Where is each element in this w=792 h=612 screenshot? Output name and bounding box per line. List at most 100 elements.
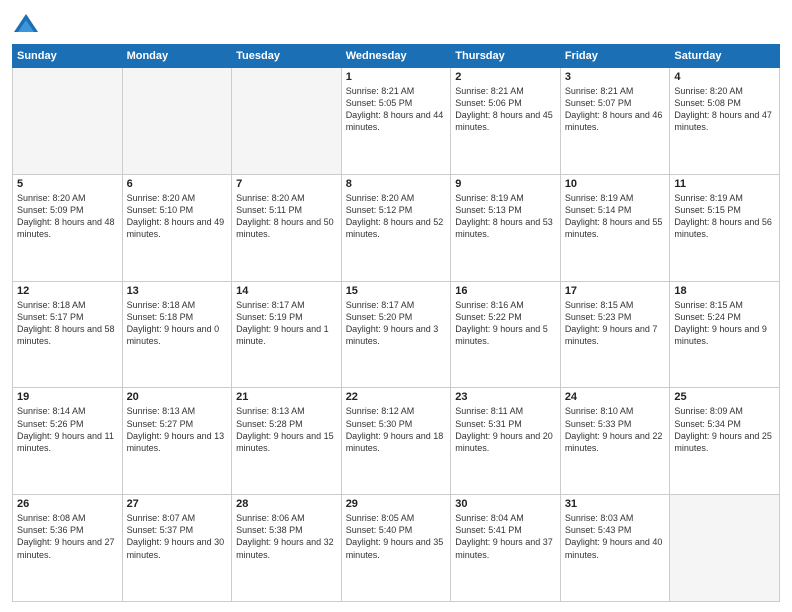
week-row-1: 5 Sunrise: 8:20 AMSunset: 5:09 PMDayligh… [13, 174, 780, 281]
weekday-tuesday: Tuesday [232, 45, 342, 68]
day-number: 18 [674, 285, 775, 297]
cell-info: Sunrise: 8:10 AMSunset: 5:33 PMDaylight:… [565, 406, 663, 452]
calendar-body: 1 Sunrise: 8:21 AMSunset: 5:05 PMDayligh… [13, 68, 780, 602]
day-number: 27 [127, 498, 228, 510]
calendar-cell: 31 Sunrise: 8:03 AMSunset: 5:43 PMDaylig… [560, 495, 670, 602]
calendar-cell: 2 Sunrise: 8:21 AMSunset: 5:06 PMDayligh… [451, 68, 561, 175]
cell-info: Sunrise: 8:20 AMSunset: 5:10 PMDaylight:… [127, 193, 225, 239]
header [12, 10, 780, 38]
calendar-cell: 27 Sunrise: 8:07 AMSunset: 5:37 PMDaylig… [122, 495, 232, 602]
day-number: 21 [236, 391, 337, 403]
day-number: 12 [17, 285, 118, 297]
day-number: 26 [17, 498, 118, 510]
cell-info: Sunrise: 8:12 AMSunset: 5:30 PMDaylight:… [346, 406, 444, 452]
cell-info: Sunrise: 8:20 AMSunset: 5:12 PMDaylight:… [346, 193, 444, 239]
cell-info: Sunrise: 8:20 AMSunset: 5:08 PMDaylight:… [674, 86, 772, 132]
calendar-cell: 29 Sunrise: 8:05 AMSunset: 5:40 PMDaylig… [341, 495, 451, 602]
week-row-3: 19 Sunrise: 8:14 AMSunset: 5:26 PMDaylig… [13, 388, 780, 495]
calendar-cell: 28 Sunrise: 8:06 AMSunset: 5:38 PMDaylig… [232, 495, 342, 602]
day-number: 31 [565, 498, 666, 510]
day-number: 24 [565, 391, 666, 403]
day-number: 3 [565, 71, 666, 83]
day-number: 5 [17, 178, 118, 190]
day-number: 15 [346, 285, 447, 297]
calendar-cell: 13 Sunrise: 8:18 AMSunset: 5:18 PMDaylig… [122, 281, 232, 388]
cell-info: Sunrise: 8:20 AMSunset: 5:11 PMDaylight:… [236, 193, 334, 239]
calendar-cell: 11 Sunrise: 8:19 AMSunset: 5:15 PMDaylig… [670, 174, 780, 281]
calendar-cell: 20 Sunrise: 8:13 AMSunset: 5:27 PMDaylig… [122, 388, 232, 495]
week-row-2: 12 Sunrise: 8:18 AMSunset: 5:17 PMDaylig… [13, 281, 780, 388]
calendar-cell: 24 Sunrise: 8:10 AMSunset: 5:33 PMDaylig… [560, 388, 670, 495]
day-number: 22 [346, 391, 447, 403]
cell-info: Sunrise: 8:19 AMSunset: 5:14 PMDaylight:… [565, 193, 663, 239]
day-number: 1 [346, 71, 447, 83]
weekday-monday: Monday [122, 45, 232, 68]
cell-info: Sunrise: 8:11 AMSunset: 5:31 PMDaylight:… [455, 406, 553, 452]
weekday-wednesday: Wednesday [341, 45, 451, 68]
day-number: 11 [674, 178, 775, 190]
calendar-cell: 5 Sunrise: 8:20 AMSunset: 5:09 PMDayligh… [13, 174, 123, 281]
cell-info: Sunrise: 8:05 AMSunset: 5:40 PMDaylight:… [346, 513, 444, 559]
calendar-cell: 30 Sunrise: 8:04 AMSunset: 5:41 PMDaylig… [451, 495, 561, 602]
cell-info: Sunrise: 8:17 AMSunset: 5:20 PMDaylight:… [346, 300, 439, 346]
calendar-cell: 21 Sunrise: 8:13 AMSunset: 5:28 PMDaylig… [232, 388, 342, 495]
calendar-cell [232, 68, 342, 175]
cell-info: Sunrise: 8:15 AMSunset: 5:23 PMDaylight:… [565, 300, 658, 346]
weekday-header: SundayMondayTuesdayWednesdayThursdayFrid… [13, 45, 780, 68]
calendar-cell: 16 Sunrise: 8:16 AMSunset: 5:22 PMDaylig… [451, 281, 561, 388]
calendar-cell: 19 Sunrise: 8:14 AMSunset: 5:26 PMDaylig… [13, 388, 123, 495]
cell-info: Sunrise: 8:15 AMSunset: 5:24 PMDaylight:… [674, 300, 767, 346]
calendar-cell [670, 495, 780, 602]
day-number: 29 [346, 498, 447, 510]
calendar-cell: 7 Sunrise: 8:20 AMSunset: 5:11 PMDayligh… [232, 174, 342, 281]
cell-info: Sunrise: 8:21 AMSunset: 5:06 PMDaylight:… [455, 86, 553, 132]
day-number: 20 [127, 391, 228, 403]
weekday-sunday: Sunday [13, 45, 123, 68]
day-number: 30 [455, 498, 556, 510]
cell-info: Sunrise: 8:13 AMSunset: 5:27 PMDaylight:… [127, 406, 225, 452]
cell-info: Sunrise: 8:21 AMSunset: 5:05 PMDaylight:… [346, 86, 444, 132]
calendar-cell [122, 68, 232, 175]
cell-info: Sunrise: 8:04 AMSunset: 5:41 PMDaylight:… [455, 513, 553, 559]
calendar-cell: 23 Sunrise: 8:11 AMSunset: 5:31 PMDaylig… [451, 388, 561, 495]
cell-info: Sunrise: 8:08 AMSunset: 5:36 PMDaylight:… [17, 513, 115, 559]
cell-info: Sunrise: 8:18 AMSunset: 5:18 PMDaylight:… [127, 300, 220, 346]
calendar-cell: 22 Sunrise: 8:12 AMSunset: 5:30 PMDaylig… [341, 388, 451, 495]
calendar: SundayMondayTuesdayWednesdayThursdayFrid… [12, 44, 780, 602]
logo [12, 10, 44, 38]
cell-info: Sunrise: 8:03 AMSunset: 5:43 PMDaylight:… [565, 513, 663, 559]
calendar-cell: 17 Sunrise: 8:15 AMSunset: 5:23 PMDaylig… [560, 281, 670, 388]
cell-info: Sunrise: 8:07 AMSunset: 5:37 PMDaylight:… [127, 513, 225, 559]
day-number: 6 [127, 178, 228, 190]
weekday-saturday: Saturday [670, 45, 780, 68]
week-row-4: 26 Sunrise: 8:08 AMSunset: 5:36 PMDaylig… [13, 495, 780, 602]
calendar-cell: 15 Sunrise: 8:17 AMSunset: 5:20 PMDaylig… [341, 281, 451, 388]
calendar-cell: 6 Sunrise: 8:20 AMSunset: 5:10 PMDayligh… [122, 174, 232, 281]
calendar-cell: 10 Sunrise: 8:19 AMSunset: 5:14 PMDaylig… [560, 174, 670, 281]
cell-info: Sunrise: 8:20 AMSunset: 5:09 PMDaylight:… [17, 193, 115, 239]
weekday-friday: Friday [560, 45, 670, 68]
cell-info: Sunrise: 8:19 AMSunset: 5:15 PMDaylight:… [674, 193, 772, 239]
day-number: 13 [127, 285, 228, 297]
calendar-cell: 1 Sunrise: 8:21 AMSunset: 5:05 PMDayligh… [341, 68, 451, 175]
calendar-cell: 26 Sunrise: 8:08 AMSunset: 5:36 PMDaylig… [13, 495, 123, 602]
day-number: 28 [236, 498, 337, 510]
day-number: 16 [455, 285, 556, 297]
day-number: 4 [674, 71, 775, 83]
cell-info: Sunrise: 8:06 AMSunset: 5:38 PMDaylight:… [236, 513, 334, 559]
calendar-cell: 3 Sunrise: 8:21 AMSunset: 5:07 PMDayligh… [560, 68, 670, 175]
page: SundayMondayTuesdayWednesdayThursdayFrid… [0, 0, 792, 612]
day-number: 7 [236, 178, 337, 190]
calendar-cell: 25 Sunrise: 8:09 AMSunset: 5:34 PMDaylig… [670, 388, 780, 495]
cell-info: Sunrise: 8:21 AMSunset: 5:07 PMDaylight:… [565, 86, 663, 132]
cell-info: Sunrise: 8:19 AMSunset: 5:13 PMDaylight:… [455, 193, 553, 239]
cell-info: Sunrise: 8:16 AMSunset: 5:22 PMDaylight:… [455, 300, 548, 346]
cell-info: Sunrise: 8:18 AMSunset: 5:17 PMDaylight:… [17, 300, 115, 346]
day-number: 17 [565, 285, 666, 297]
weekday-thursday: Thursday [451, 45, 561, 68]
day-number: 23 [455, 391, 556, 403]
calendar-cell: 14 Sunrise: 8:17 AMSunset: 5:19 PMDaylig… [232, 281, 342, 388]
calendar-cell: 12 Sunrise: 8:18 AMSunset: 5:17 PMDaylig… [13, 281, 123, 388]
day-number: 25 [674, 391, 775, 403]
calendar-cell: 9 Sunrise: 8:19 AMSunset: 5:13 PMDayligh… [451, 174, 561, 281]
